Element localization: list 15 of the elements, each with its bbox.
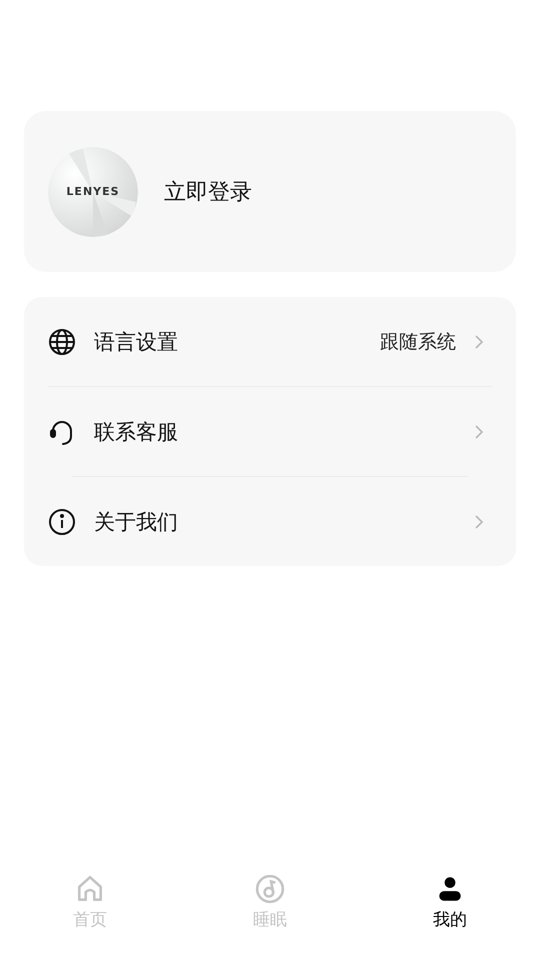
globe-icon — [48, 328, 76, 356]
login-label[interactable]: 立即登录 — [164, 176, 252, 206]
tab-item[interactable]: 我的 — [360, 870, 540, 960]
menu-item[interactable]: 语言设置 跟随系统 — [48, 297, 492, 386]
setting-value: 跟随系统 — [380, 330, 456, 354]
info-icon — [48, 508, 76, 536]
chevron-icon — [474, 334, 484, 350]
home-icon — [75, 874, 105, 904]
menu-item[interactable]: 联系客服 — [48, 387, 492, 476]
menu-item[interactable]: 关于我们 — [48, 477, 492, 566]
chevron-icon — [474, 514, 484, 530]
profile-card[interactable]: LENYES 立即登录 — [24, 111, 516, 272]
note-icon — [255, 874, 285, 904]
logo-text: LENYES — [66, 185, 120, 198]
chevron-icon — [474, 424, 484, 440]
